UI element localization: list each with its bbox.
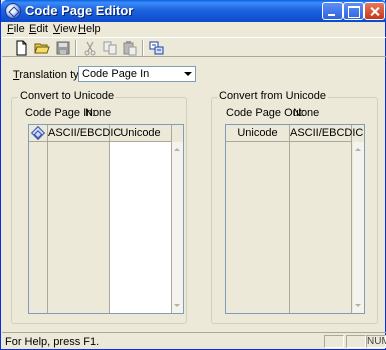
- convert-to-unicode-title: Convert to Unicode: [18, 90, 117, 102]
- window-title: Code Page Editor: [25, 3, 134, 18]
- code-page-out-value: None: [293, 107, 320, 119]
- menu-help-mnemonic: H: [78, 23, 86, 35]
- translation-type-value: Code Page In: [82, 68, 150, 80]
- status-pane-2: [346, 335, 366, 348]
- main-window: Code Page Editor File Edit View Help Tra…: [0, 0, 386, 350]
- save-icon[interactable]: [55, 40, 71, 56]
- menu-view-rest: iew: [60, 23, 77, 35]
- menu-file-mnemonic: F: [7, 23, 14, 35]
- menu-file[interactable]: File: [7, 23, 25, 35]
- menu-help[interactable]: Help: [78, 23, 101, 35]
- convert-to-unicode-grid[interactable]: ASCII/EBCDIC Unicode: [28, 124, 184, 314]
- minimize-button[interactable]: [322, 2, 343, 20]
- menu-edit[interactable]: Edit: [29, 23, 48, 35]
- status-text: For Help, press F1.: [5, 336, 100, 348]
- menu-help-rest: elp: [85, 23, 101, 35]
- status-bar: For Help, press F1. NUM: [2, 332, 386, 349]
- scroll-down-icon[interactable]: [174, 304, 180, 307]
- vertical-scrollbar[interactable]: [353, 142, 364, 313]
- copy-icon[interactable]: [102, 40, 118, 56]
- column-header-ascii-ebcdic[interactable]: ASCII/EBCDIC: [290, 125, 363, 142]
- convert-icon[interactable]: [149, 40, 165, 56]
- chevron-down-icon[interactable]: [181, 67, 195, 81]
- app-icon[interactable]: [5, 3, 21, 19]
- column-header-ascii-ebcdic[interactable]: ASCII/EBCDIC: [48, 125, 121, 142]
- open-folder-icon[interactable]: [34, 40, 50, 56]
- toolbar: [2, 37, 386, 57]
- scroll-up-icon[interactable]: [174, 148, 180, 151]
- code-page-in-value: None: [85, 107, 112, 119]
- menu-file-rest: ile: [13, 23, 25, 35]
- column-header-unicode[interactable]: Unicode: [110, 125, 172, 142]
- maximize-button[interactable]: [343, 2, 364, 20]
- title-bar[interactable]: Code Page Editor: [1, 0, 386, 22]
- status-pane-1: [324, 335, 344, 348]
- status-pane-num: NUM: [366, 335, 386, 348]
- diamond-icon: [30, 125, 46, 141]
- cut-icon[interactable]: [82, 40, 98, 56]
- unicode-column[interactable]: [110, 142, 172, 313]
- close-button[interactable]: [364, 2, 385, 20]
- paste-icon[interactable]: [122, 40, 138, 56]
- scroll-down-icon[interactable]: [355, 304, 361, 307]
- row-header-column: [29, 125, 48, 313]
- column-header-unicode[interactable]: Unicode: [226, 125, 290, 142]
- vertical-scrollbar[interactable]: [172, 142, 183, 313]
- convert-from-unicode-grid[interactable]: Unicode ASCII/EBCDIC: [225, 124, 365, 314]
- new-file-icon[interactable]: [13, 40, 29, 56]
- ascii-ebcdic-column: [48, 125, 110, 313]
- grid-corner-header[interactable]: [29, 125, 48, 142]
- translation-type-dropdown[interactable]: Code Page In: [78, 66, 196, 82]
- toolbar-separator: [142, 40, 144, 56]
- menu-bar: File Edit View Help: [2, 22, 386, 37]
- menu-edit-rest: dit: [36, 23, 48, 35]
- ascii-ebcdic-column: [290, 125, 352, 313]
- unicode-column: [226, 125, 290, 313]
- toolbar-separator: [75, 40, 77, 56]
- menu-view[interactable]: View: [53, 23, 77, 35]
- scroll-up-icon[interactable]: [355, 148, 361, 151]
- convert-from-unicode-title: Convert from Unicode: [217, 90, 328, 102]
